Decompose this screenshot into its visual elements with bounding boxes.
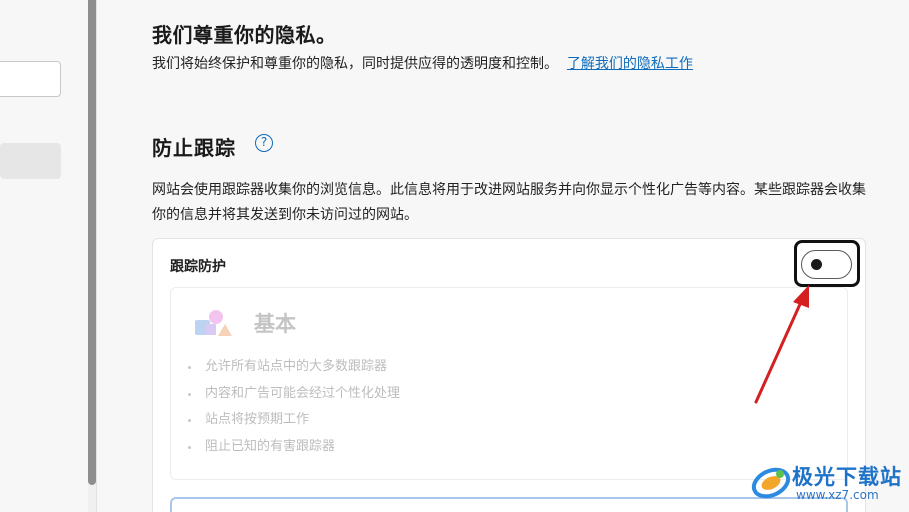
settings-page: 我们尊重你的隐私。 我们将始终保护和尊重你的隐私，同时提供应得的透明度和控制。 … (0, 0, 909, 512)
privacy-learn-more-link[interactable]: 了解我们的隐私工作 (567, 56, 693, 72)
list-item: 允许所有站点中的大多数跟踪器 (186, 354, 400, 381)
tracking-protection-toggle[interactable] (801, 250, 852, 279)
watermark-url: www.xz7.com (796, 488, 879, 502)
basic-feature-list: 允许所有站点中的大多数跟踪器 内容和广告可能会经过个性化处理 站点将按预期工作 … (186, 354, 400, 460)
list-item: 内容和广告可能会经过个性化处理 (186, 381, 400, 408)
option-card-balanced[interactable] (170, 497, 848, 512)
sidebar (0, 0, 88, 512)
question-circle-icon[interactable]: ? (255, 134, 273, 152)
list-item: 站点将按预期工作 (186, 407, 400, 434)
watermark-title: 极光下载站 (792, 465, 902, 489)
watermark: 极光下载站 www.xz7.com (750, 458, 905, 508)
toggle-knob (811, 259, 822, 270)
tracking-prevention-description: 网站会使用跟踪器收集你的浏览信息。此信息将用于改进网站服务并向你显示个性化广告等… (152, 182, 866, 223)
option-basic-label: 基本 (254, 312, 296, 336)
tracking-prevention-title: 防止跟踪 (152, 136, 236, 160)
list-item: 阻止已知的有害跟踪器 (186, 434, 400, 461)
watermark-logo-icon (751, 467, 791, 499)
vertical-divider (96, 0, 97, 512)
privacy-title: 我们尊重你的隐私。 (152, 23, 337, 47)
privacy-description-text: 我们将始终保护和尊重你的隐私，同时提供应得的透明度和控制。 (152, 56, 558, 72)
privacy-description: 我们将始终保护和尊重你的隐私，同时提供应得的透明度和控制。 了解我们的隐私工作 (152, 52, 742, 77)
tracking-protection-title: 跟踪防护 (170, 259, 226, 275)
scrollbar-thumb[interactable] (88, 0, 96, 485)
shapes-icon (195, 310, 232, 336)
sidebar-item-selected[interactable] (0, 143, 61, 179)
sidebar-search-input[interactable] (0, 61, 61, 97)
